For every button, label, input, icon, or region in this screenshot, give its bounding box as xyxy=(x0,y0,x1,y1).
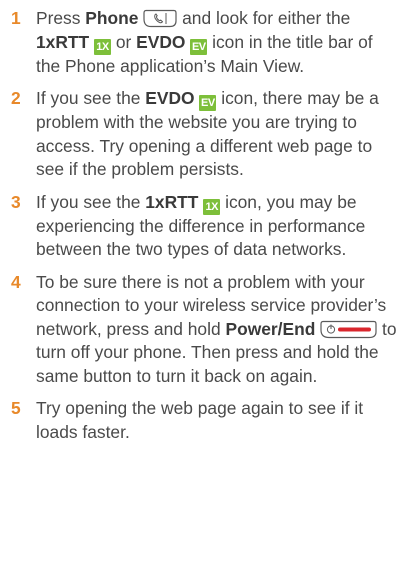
step-text: Press xyxy=(36,8,86,28)
evdo-network-icon: EV xyxy=(190,38,208,55)
step-number: 2 xyxy=(11,88,21,108)
onex-term: 1xRTT xyxy=(36,31,90,52)
step-text: or xyxy=(111,31,137,52)
onex-network-icon: 1X xyxy=(203,198,221,215)
phone-term: Phone xyxy=(85,8,139,28)
phone-key-icon xyxy=(143,9,177,28)
step-text: If you see the xyxy=(36,191,146,212)
step-number: 4 xyxy=(11,271,21,292)
power-end-key-icon xyxy=(320,320,377,338)
step-text: If you see the xyxy=(36,88,146,108)
step-text: and look for either the xyxy=(182,8,351,28)
step-3: 3 If you see the 1xRTT 1X icon, you may … xyxy=(6,191,398,262)
step-number: 1 xyxy=(11,8,21,28)
step-number: 5 xyxy=(11,398,21,418)
evdo-term: EVDO xyxy=(136,31,186,52)
step-text: Try opening the web page again to see if… xyxy=(36,398,364,442)
troubleshooting-page: 1 Press Phone and look for either the 1x… xyxy=(0,0,412,586)
step-5: 5 Try opening the web page again to see … xyxy=(6,397,398,444)
step-number: 3 xyxy=(11,191,21,212)
power-end-term: Power/End xyxy=(225,318,316,339)
evdo-network-icon: EV xyxy=(199,95,217,111)
step-2: 2 If you see the EVDO EV icon, there may… xyxy=(6,87,398,182)
step-1: 1 Press Phone and look for either the 1x… xyxy=(6,7,398,78)
onex-term: 1xRTT xyxy=(145,191,199,212)
evdo-term: EVDO xyxy=(145,88,195,108)
steps-list: 1 Press Phone and look for either the 1x… xyxy=(6,7,398,444)
onex-network-icon: 1X xyxy=(94,38,111,55)
step-4: 4 To be sure there is not a problem with… xyxy=(6,271,398,389)
